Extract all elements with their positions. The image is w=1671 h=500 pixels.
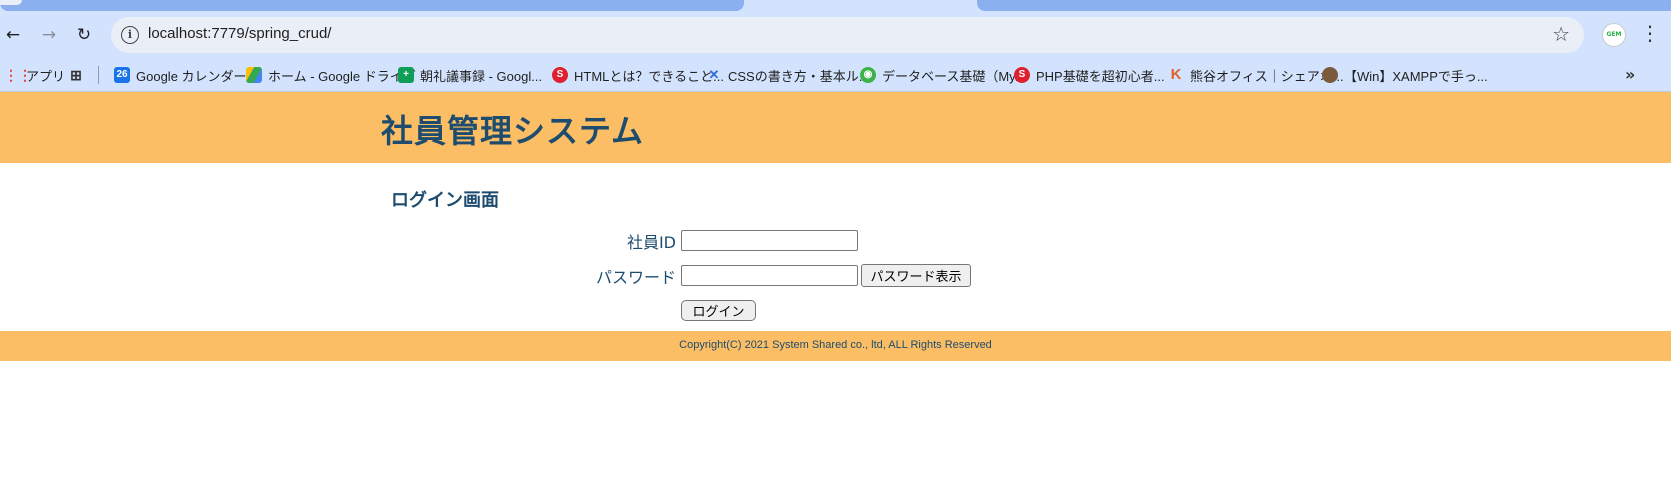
tab-right[interactable] — [977, 0, 1671, 11]
bookmark-google-drive[interactable]: ホーム - Google ドライブ — [246, 63, 416, 87]
site-info-icon[interactable]: i — [121, 26, 139, 44]
bookmark-apps[interactable]: ⋮⋮ アプリ — [4, 63, 65, 87]
bookmark-label: PHP基礎を超初心者... — [1036, 68, 1165, 84]
employee-id-field[interactable] — [681, 230, 858, 251]
calendar-icon: 26 — [114, 67, 130, 83]
grid-icon: ⊞ — [70, 67, 82, 83]
bookmark-label: CSSの書き方・基本ル... — [728, 68, 870, 84]
bookmark-label: 熊谷オフィス｜シェアオ... — [1190, 68, 1344, 84]
db-site-icon: ◉ — [860, 67, 876, 83]
copyright-text: Copyright(C) 2021 System Shared co., ltd… — [679, 339, 992, 351]
site-icon: S — [552, 67, 568, 83]
bookmark-label: ホーム - Google ドライブ — [268, 68, 416, 84]
bookmark-grid[interactable]: ⊞ — [68, 63, 90, 87]
drive-icon — [246, 67, 262, 83]
avatar-icon — [1322, 67, 1338, 83]
forward-arrow-icon[interactable]: → — [36, 22, 62, 48]
bookmark-label: データベース基礎（My... — [882, 68, 1026, 84]
bookmark-php[interactable]: S PHP基礎を超初心者... — [1014, 63, 1165, 87]
site-header: 社員管理システム — [0, 92, 1671, 163]
reload-icon[interactable]: ↻ — [71, 22, 97, 48]
bookmarks-bar: ⋮⋮ アプリ ⊞ 26 Google カレンダー - ホーム - Google … — [0, 58, 1671, 92]
bookmark-label: 朝礼議事録 - Googl... — [420, 68, 543, 84]
tab-left[interactable] — [0, 0, 744, 11]
bookmark-google-calendar[interactable]: 26 Google カレンダー - — [114, 63, 254, 87]
bookmark-label: アプリ — [26, 68, 66, 84]
kebab-menu-icon[interactable]: ⋮ — [1640, 21, 1660, 45]
password-field[interactable] — [681, 265, 858, 286]
tab-strip — [0, 0, 1671, 12]
bookmark-star-icon[interactable]: ☆ — [1552, 22, 1570, 46]
bookmark-html[interactable]: S HTMLとは？できること... — [552, 63, 724, 87]
bookmark-separator — [98, 66, 99, 84]
tab-corner — [0, 0, 22, 5]
site-footer: Copyright(C) 2021 System Shared co., ltd… — [0, 331, 1671, 361]
k-logo-icon: K — [1170, 66, 1182, 83]
bookmark-css[interactable]: ✕ CSSの書き方・基本ル... — [706, 63, 870, 87]
login-button[interactable]: ログイン — [681, 300, 756, 321]
show-password-button[interactable]: パスワード表示 — [861, 264, 971, 287]
address-bar[interactable]: i localhost:7779/spring_crud/ ☆ — [111, 17, 1584, 53]
password-label: パスワード — [595, 268, 676, 287]
bookmark-label: 【Win】XAMPPで手っ... — [1344, 68, 1488, 84]
bookmark-label: Google カレンダー - — [136, 68, 255, 84]
double-chevron-right-icon[interactable]: » — [1625, 65, 1635, 84]
bookmark-database[interactable]: ◉ データベース基礎（My... — [860, 63, 1026, 87]
bookmark-kumagaya-office[interactable]: K 熊谷オフィス｜シェアオ... — [1168, 63, 1344, 87]
employee-id-label: 社員ID — [626, 233, 676, 252]
sheets-icon: + — [398, 67, 414, 83]
site-title: 社員管理システム — [381, 112, 645, 150]
apps-grid-icon: ⋮⋮ — [4, 67, 32, 83]
profile-avatar[interactable]: GEM — [1602, 23, 1626, 47]
site-icon: S — [1014, 67, 1030, 83]
css-site-icon: ✕ — [708, 67, 720, 82]
back-arrow-icon[interactable]: ← — [0, 22, 26, 48]
page-heading: ログイン画面 — [391, 190, 499, 211]
browser-toolbar: ← → ↻ i localhost:7779/spring_crud/ ☆ GE… — [0, 12, 1671, 58]
bookmark-xampp[interactable]: 【Win】XAMPPで手っ... — [1322, 63, 1488, 87]
bookmark-label: HTMLとは？できること... — [574, 68, 724, 84]
bookmark-morning-minutes[interactable]: + 朝礼議事録 - Googl... — [398, 63, 542, 87]
url-text[interactable]: localhost:7779/spring_crud/ — [148, 25, 331, 42]
